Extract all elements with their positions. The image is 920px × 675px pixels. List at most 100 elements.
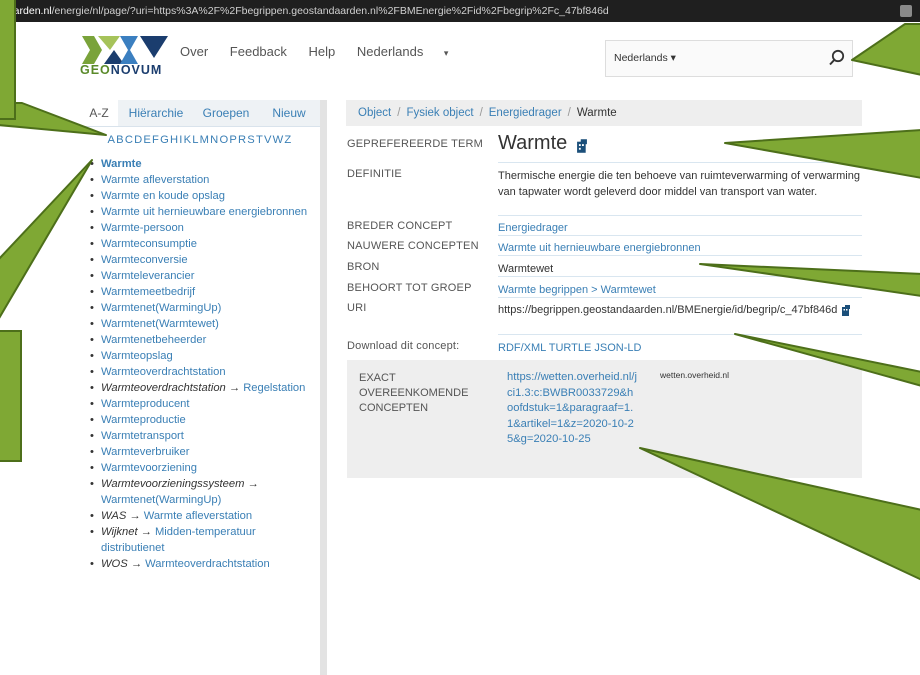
term-link[interactable]: Warmte afleverstation — [101, 174, 209, 186]
url-path: /energie/nl/page/?uri=https%3A%2F%2Fbegr… — [51, 5, 609, 17]
list-item: Warmte en koude opslag — [88, 188, 318, 204]
list-item: Warmteopslag — [88, 348, 318, 364]
callout-arrow — [851, 23, 920, 76]
arrow-right-icon: → — [126, 510, 144, 522]
list-item: Warmte uit hernieuwbare energiebronnen — [88, 204, 318, 220]
term-link[interactable]: Warmteverbruiker — [101, 446, 189, 458]
preferred-term-caption: GEPREFEREERDE TERM — [347, 138, 484, 150]
term-link[interactable]: Warmte afleverstation — [144, 510, 252, 522]
building-icon[interactable] — [840, 304, 852, 317]
uri-text: https://begrippen.geostandaarden.nl/BMEn… — [498, 304, 838, 316]
term-link[interactable]: Warmtenet(Warmtewet) — [101, 318, 219, 330]
uri-value: https://begrippen.geostandaarden.nl/BMEn… — [498, 302, 862, 318]
preferred-term-value: Warmte — [498, 132, 862, 154]
sidebar: A-Z Hiërarchie Groepen Nieuw ABCDEFGHIKL… — [80, 100, 327, 675]
nav-help[interactable]: Help — [309, 44, 336, 59]
browser-url-bar[interactable]: daarden.nl/energie/nl/page/?uri=https%3A… — [0, 0, 920, 22]
term-link[interactable]: Warmtenet(WarmingUp) — [101, 494, 221, 506]
browser-extension-icon[interactable] — [900, 5, 912, 17]
tab-hierarchie[interactable]: Hiërarchie — [118, 100, 194, 126]
annotation-box — [0, 330, 22, 462]
building-icon[interactable] — [574, 138, 590, 154]
uri-caption: URI — [347, 302, 367, 314]
term-link[interactable]: Warmtenetbeheerder — [101, 334, 206, 346]
term-link[interactable]: Warmteleverancier — [101, 270, 194, 282]
list-item: Warmteconversie — [88, 252, 318, 268]
arrow-right-icon: → — [244, 478, 259, 490]
source-caption: BRON — [347, 261, 380, 273]
term-link[interactable]: Warmtetransport — [101, 430, 184, 442]
group-caption: BEHOORT TOT GROEP — [347, 282, 472, 294]
exact-match-caption: EXACT OVEREENKOMENDE CONCEPTEN — [359, 372, 469, 414]
term-list: Warmte Warmte afleverstation Warmte en kou… — [88, 156, 318, 572]
breadcrumb-energiedrager[interactable]: Energiedrager — [489, 107, 562, 119]
list-item: Warmtevoorziening — [88, 460, 318, 476]
group-link[interactable]: Warmte begrippen > Warmtewet — [498, 282, 862, 298]
term-alias: WAS — [101, 510, 127, 522]
page-title: Warmte — [498, 132, 568, 154]
download-formats-link[interactable]: RDF/XML TURTLE JSON-LD — [498, 340, 862, 356]
search-language-label: Nederlands — [614, 52, 668, 64]
term-link[interactable]: Warmte en koude opslag — [101, 190, 225, 202]
breadcrumb-separator: / — [567, 107, 571, 119]
nav-language-menu[interactable]: Nederlands ▾ — [357, 44, 467, 59]
nav-language-label: Nederlands — [356, 44, 424, 59]
search-box: Nederlands ▾ — [605, 40, 853, 77]
caret-down-icon: ▾ — [667, 52, 676, 64]
exact-match-link[interactable]: https://wetten.overheid.nl/jci1.3:c:BWBR… — [507, 370, 639, 448]
term-link[interactable]: Warmtemeetbedrijf — [101, 286, 195, 298]
term-link[interactable]: Warmtenet(WarmingUp) — [101, 302, 221, 314]
term-link[interactable]: Warmteopslag — [101, 350, 173, 362]
term-link[interactable]: Warmte uit hernieuwbare energiebronnen — [101, 206, 307, 218]
term-link[interactable]: Warmteconsumptie — [101, 238, 197, 250]
term-link[interactable]: Warmteoverdrachtstation — [145, 558, 270, 570]
list-item: Warmtenet(Warmtewet) — [88, 316, 318, 332]
search-input[interactable] — [686, 45, 820, 72]
term-link[interactable]: Regelstation — [243, 382, 305, 394]
narrower-concept-link[interactable]: Warmte uit hernieuwbare energiebronnen — [498, 240, 862, 256]
list-item: Warmtevoorzieningssysteem → Warmtenet(Wa… — [88, 476, 318, 508]
logo-word-geo: GEO — [80, 63, 111, 77]
term-link[interactable]: Warmteproductie — [101, 414, 186, 426]
arrow-right-icon: → — [127, 558, 146, 570]
row-divider — [498, 162, 862, 163]
term-link[interactable]: Warmteproducent — [101, 398, 190, 410]
callout-arrow — [0, 159, 93, 319]
tab-a-z[interactable]: A-Z — [80, 100, 118, 126]
tab-nieuw[interactable]: Nieuw — [258, 100, 320, 126]
alphabet-index[interactable]: ABCDEFGHIKLMNOPRSTVWZ — [80, 134, 320, 150]
download-caption: Download dit concept: — [347, 340, 460, 352]
list-item: WAS → Warmte afleverstation — [88, 508, 318, 524]
list-item: Warmte afleverstation — [88, 172, 318, 188]
list-item: WOS → Warmteoverdrachtstation — [88, 556, 318, 572]
list-item: Warmtetransport — [88, 428, 318, 444]
list-item: Warmteconsumptie — [88, 236, 318, 252]
list-item: Warmte — [88, 156, 318, 172]
term-link[interactable]: Warmtevoorziening — [101, 462, 197, 474]
term-link[interactable]: Warmte-persoon — [101, 222, 184, 234]
caret-down-icon: ▾ — [441, 48, 449, 58]
list-item: Warmtenetbeheerder — [88, 332, 318, 348]
search-icon[interactable] — [828, 49, 846, 67]
definition-caption: DEFINITIE — [347, 168, 402, 180]
term-link-current[interactable]: Warmte — [101, 158, 142, 170]
term-alias: WOS — [101, 558, 128, 570]
tab-groepen[interactable]: Groepen — [194, 100, 258, 126]
breadcrumb-object[interactable]: Object — [358, 107, 391, 119]
row-divider — [498, 297, 862, 298]
breadcrumb-fysiek-object[interactable]: Fysiek object — [406, 107, 473, 119]
term-link[interactable]: Warmteoverdrachtstation — [101, 366, 226, 378]
breadcrumb-current: Warmte — [576, 107, 617, 119]
nav-feedback[interactable]: Feedback — [230, 44, 287, 59]
source-value: Warmtewet — [498, 263, 554, 275]
sidebar-scrollbar[interactable] — [320, 100, 327, 675]
row-divider — [498, 334, 862, 335]
nav-over[interactable]: Over — [180, 44, 208, 59]
logo-word-novum: NOVUM — [110, 63, 163, 77]
row-divider — [498, 235, 862, 236]
broader-concept-link[interactable]: Energiedrager — [498, 220, 862, 236]
term-link[interactable]: Warmteconversie — [101, 254, 188, 266]
list-item: Warmteproductie — [88, 412, 318, 428]
term-alias: Warmtevoorzieningssysteem — [101, 478, 245, 490]
search-language-dropdown[interactable]: Nederlands ▾ — [614, 52, 676, 64]
